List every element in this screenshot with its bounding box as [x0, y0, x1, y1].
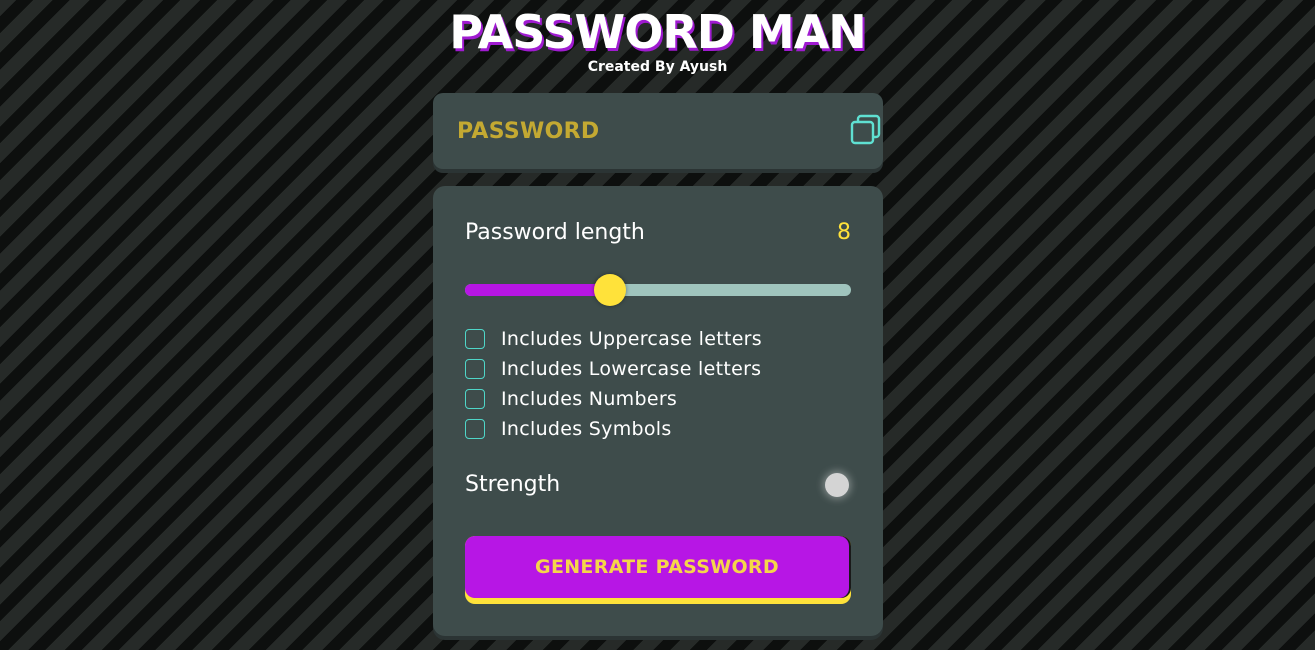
password-output[interactable]: PASSWORD: [457, 119, 599, 144]
strength-label: Strength: [465, 472, 561, 497]
copy-button[interactable]: [849, 113, 883, 147]
app-subtitle: Created By Ayush: [587, 59, 728, 75]
slider-thumb[interactable]: [593, 274, 626, 306]
option-label: Includes Lowercase letters: [501, 358, 762, 380]
length-slider[interactable]: [465, 274, 851, 306]
app-title: PASSWORD MAN: [449, 5, 867, 59]
length-row: Password length 8: [465, 220, 851, 245]
lowercase-checkbox[interactable]: [465, 359, 485, 379]
settings-panel: Password length 8 Includes Uppercase let…: [433, 186, 883, 636]
generate-button[interactable]: GENERATE PASSWORD: [465, 536, 851, 604]
options-list: Includes Uppercase letters Includes Lowe…: [465, 324, 762, 444]
copy-icon: [850, 114, 881, 145]
length-value: 8: [837, 220, 851, 245]
slider-fill: [465, 284, 610, 296]
option-label: Includes Symbols: [501, 418, 672, 440]
generate-button-label: GENERATE PASSWORD: [535, 556, 779, 578]
option-lowercase[interactable]: Includes Lowercase letters: [465, 354, 762, 384]
numbers-checkbox[interactable]: [465, 389, 485, 409]
option-symbols[interactable]: Includes Symbols: [465, 414, 762, 444]
generate-button-face[interactable]: GENERATE PASSWORD: [465, 536, 849, 598]
option-label: Includes Uppercase letters: [501, 328, 762, 350]
symbols-checkbox[interactable]: [465, 419, 485, 439]
option-label: Includes Numbers: [501, 388, 678, 410]
header: PASSWORD MAN Created By Ayush: [0, 6, 1315, 76]
length-label: Password length: [465, 220, 645, 245]
option-uppercase[interactable]: Includes Uppercase letters: [465, 324, 762, 354]
password-display: PASSWORD: [433, 93, 883, 169]
option-numbers[interactable]: Includes Numbers: [465, 384, 762, 414]
strength-indicator: [825, 472, 849, 497]
strength-row: Strength: [465, 472, 851, 497]
uppercase-checkbox[interactable]: [465, 329, 485, 349]
